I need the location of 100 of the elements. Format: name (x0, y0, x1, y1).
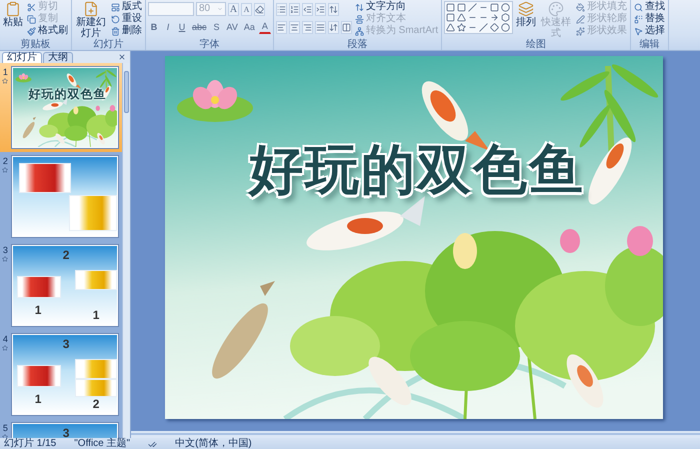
star-icon (2, 345, 8, 351)
pointer-icon (634, 26, 644, 36)
list-format-button[interactable] (276, 2, 287, 16)
slide-thumbnail-item[interactable]: 3 2 1 1 (0, 241, 122, 330)
paint-bucket-icon (576, 2, 586, 12)
ribbon-button[interactable]: 文字方向 (354, 1, 440, 13)
font-format-button[interactable]: Aa (242, 20, 257, 34)
slide-thumbnail-item[interactable]: 2 (0, 152, 122, 241)
paintbrush-icon (27, 26, 36, 36)
theme-name: "Office 主题" (74, 438, 130, 449)
ribbon-large-button[interactable]: 新建幻灯片 (74, 1, 108, 39)
font-format-button[interactable]: I (162, 20, 174, 34)
font-format-button[interactable]: U (176, 20, 188, 34)
clear-format-button[interactable] (254, 2, 265, 16)
ribbon-button[interactable]: 版式 (110, 1, 143, 13)
align-icon (316, 22, 325, 32)
list-icon (316, 4, 325, 14)
ribbon-button[interactable]: 格式刷 (26, 25, 69, 37)
ribbon-button[interactable]: 重设 (110, 13, 143, 25)
ribbon-group-label: 字体 (198, 39, 220, 50)
text-direction-icon (354, 2, 364, 12)
slide-thumbnail[interactable]: 2 1 1 (12, 245, 118, 326)
font-size-button[interactable]: A (228, 2, 239, 16)
thumbnail-number: 2 (62, 249, 70, 261)
ribbon-button[interactable]: 替换 (633, 13, 666, 25)
text-align-button[interactable] (328, 20, 339, 34)
shape-icon[interactable] (490, 13, 500, 22)
shape-icon[interactable] (501, 13, 510, 22)
list-icon (328, 4, 338, 14)
align-icon (276, 22, 286, 32)
slide-thumbnail-item[interactable]: 5 3 (0, 419, 122, 438)
font-format-button[interactable]: abc (190, 20, 209, 34)
align-icon (290, 22, 299, 32)
caret-icon (217, 6, 223, 12)
thumbnail-number: 3 (62, 427, 70, 438)
align-icon (342, 22, 351, 32)
font-format-button[interactable]: AV (224, 20, 240, 34)
font-format-button[interactable]: B (148, 20, 160, 34)
ribbon-group-label: 幻灯片 (92, 39, 124, 50)
panel-tab[interactable]: 幻灯片 (2, 52, 42, 63)
sparkles-icon (576, 26, 586, 36)
slide-thumbnail[interactable]: 3 1 2 (12, 334, 118, 415)
thumbnail-number: 1 (92, 309, 100, 321)
slide-counter: 幻灯片 1/15 (4, 438, 56, 449)
text-align-button[interactable] (276, 20, 287, 34)
ribbon-group-label: 剪贴板 (20, 39, 52, 50)
new-slide-icon (83, 1, 99, 17)
font-format-button[interactable]: A (258, 20, 271, 34)
slide-thumbnail[interactable] (12, 156, 118, 237)
ribbon-button[interactable]: 查找 (633, 1, 666, 13)
slide-number: 5 (2, 423, 8, 433)
clipboard-icon (5, 1, 21, 17)
ribbon-group-label: 编辑 (638, 39, 661, 50)
slide-number: 1 (2, 67, 8, 77)
list-icon (302, 4, 312, 14)
eraser-icon (255, 4, 264, 14)
ribbon-group-label: 绘图 (525, 39, 548, 50)
font-size-button[interactable]: A (241, 2, 252, 16)
slide-number: 4 (2, 334, 8, 344)
close-icon[interactable] (118, 53, 126, 61)
copy-icon (27, 14, 36, 24)
star-icon (2, 78, 8, 84)
list-format-button[interactable] (328, 2, 339, 16)
slide-thumbnail[interactable]: 3 (12, 423, 118, 438)
spell-check-icon[interactable] (148, 440, 158, 448)
scrollbar[interactable] (122, 63, 130, 438)
ribbon-large-button[interactable]: 排列 (515, 1, 538, 28)
star-icon (2, 434, 8, 438)
language-label: 中文(简体，中国) (175, 438, 252, 449)
align-text-icon (354, 14, 364, 24)
replace-icon (634, 14, 644, 24)
text-align-button[interactable] (302, 20, 313, 34)
layers-icon (518, 1, 534, 17)
list-format-button[interactable] (288, 2, 300, 16)
ribbon-button[interactable]: 选择 (633, 25, 666, 37)
reset-icon (111, 14, 120, 24)
text-align-button[interactable] (288, 20, 300, 34)
pen-icon (576, 14, 586, 24)
shape-icon[interactable] (457, 23, 466, 32)
thumbnail-number: 1 (34, 393, 42, 405)
list-icon (276, 4, 286, 14)
slide-thumbnail-item[interactable]: 4 3 1 2 (0, 330, 122, 419)
list-format-button[interactable] (302, 2, 313, 16)
list-icon (290, 4, 299, 14)
delete-icon (111, 26, 120, 36)
font-name-field[interactable] (148, 2, 194, 16)
ribbon-button[interactable]: 删除 (110, 25, 143, 37)
text-align-button[interactable] (314, 20, 326, 34)
thumbnail-number: 2 (92, 398, 100, 410)
pane-splitter[interactable] (131, 428, 700, 438)
layout-icon (111, 2, 120, 12)
ribbon-large-button[interactable]: 粘贴 (2, 1, 24, 28)
scissors-icon (27, 2, 36, 12)
slide-number: 2 (2, 156, 8, 166)
font-format-button[interactable]: S (210, 20, 223, 34)
thumbnail-number: 3 (62, 338, 70, 350)
list-format-button[interactable] (314, 2, 326, 16)
text-align-button[interactable] (340, 20, 352, 34)
panel-tab[interactable]: 大纲 (43, 52, 73, 63)
shape-gallery[interactable] (444, 1, 514, 34)
